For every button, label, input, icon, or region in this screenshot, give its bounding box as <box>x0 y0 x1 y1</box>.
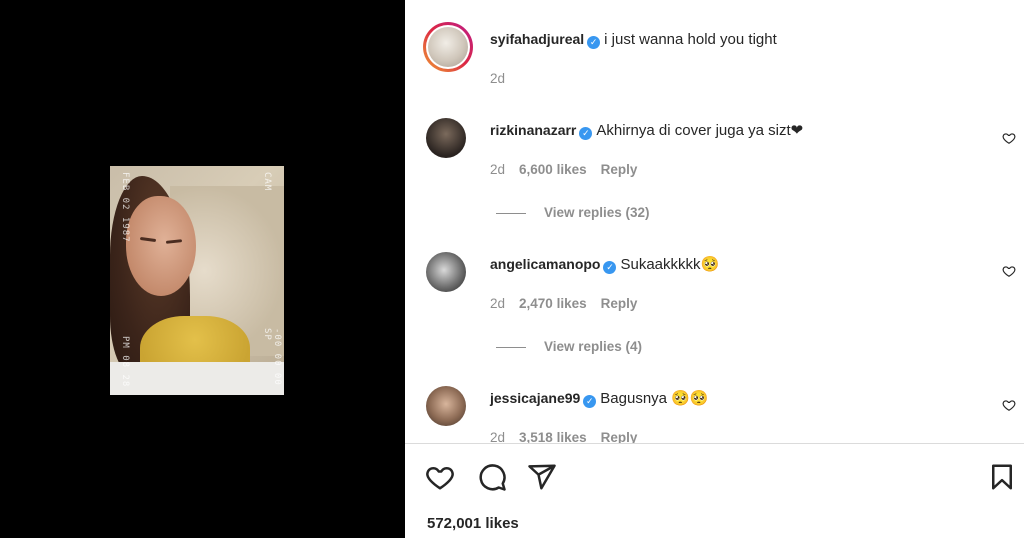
caption-text: i just wanna hold you tight <box>604 31 777 48</box>
comment-time: 2d <box>490 162 506 177</box>
comment-username[interactable]: angelicamanopo <box>490 256 600 272</box>
commenter-avatar[interactable] <box>426 118 466 158</box>
comment-username[interactable]: jessicajane99 <box>490 390 580 406</box>
comment-text: Akhirnya di cover juga ya sizt❤ <box>596 122 804 139</box>
actions-divider <box>405 443 1024 444</box>
heart-icon[interactable] <box>425 462 455 492</box>
view-replies-label: View replies (4) <box>544 339 643 354</box>
caption-time: 2d <box>490 71 506 86</box>
comments-panel: syifahadjureal ✓ i just wanna hold you tig… <box>405 0 1024 538</box>
view-replies-button[interactable]: View replies (32) <box>496 205 650 220</box>
verified-badge-icon: ✓ <box>587 36 601 49</box>
replies-divider-line <box>496 212 526 214</box>
reply-button[interactable]: Reply <box>601 162 638 177</box>
comment-row: rizkinanazarr ✓ Akhirnya di cover juga ya … <box>490 121 803 140</box>
comment-likes[interactable]: 6,600 likes <box>519 162 587 177</box>
comment-meta: 2d 3,518 likes Reply <box>490 430 651 443</box>
author-username[interactable]: syifahadjureal <box>490 31 584 47</box>
photo-table <box>110 362 284 395</box>
photo-cam-stamp: CAM <box>262 172 272 192</box>
comment-time: 2d <box>490 430 506 443</box>
view-replies-label: View replies (32) <box>544 205 650 220</box>
comments-scroll-area[interactable]: syifahadjureal ✓ i just wanna hold you tig… <box>405 0 1024 443</box>
caption-meta: 2d <box>490 71 519 86</box>
comment-username[interactable]: rizkinanazarr <box>490 122 576 138</box>
comment-icon[interactable] <box>477 462 507 492</box>
commenter-avatar[interactable] <box>426 252 466 292</box>
comment-row: jessicajane99 ✓ Bagusnya 🥺🥺 <box>490 389 709 408</box>
author-avatar[interactable] <box>423 22 473 72</box>
comment-heart-icon[interactable] <box>1002 264 1016 278</box>
comment-time: 2d <box>490 296 506 311</box>
comment-meta: 2d 6,600 likes Reply <box>490 162 651 177</box>
reply-button[interactable]: Reply <box>601 430 638 443</box>
post-photo[interactable]: FEB 02 1987 CAM PM 08 28 -00 00 00 SP <box>110 166 284 395</box>
comment-likes[interactable]: 3,518 likes <box>519 430 587 443</box>
reply-button[interactable]: Reply <box>601 296 638 311</box>
verified-badge-icon: ✓ <box>583 395 597 408</box>
post-likes-count[interactable]: 572,001 likes <box>427 515 519 532</box>
photo-date-stamp: FEB 02 1987 <box>120 172 130 243</box>
bookmark-icon[interactable] <box>987 462 1017 492</box>
post-media-pane: FEB 02 1987 CAM PM 08 28 -00 00 00 SP <box>0 0 405 538</box>
commenter-avatar[interactable] <box>426 386 466 426</box>
verified-badge-icon: ✓ <box>579 127 593 140</box>
comment-likes[interactable]: 2,470 likes <box>519 296 587 311</box>
share-icon[interactable] <box>527 462 557 492</box>
caption-row: syifahadjureal ✓ i just wanna hold you tig… <box>490 31 777 49</box>
comment-meta: 2d 2,470 likes Reply <box>490 296 651 311</box>
verified-badge-icon: ✓ <box>603 261 617 274</box>
photo-time-stamp: PM 08 28 <box>120 336 130 388</box>
comment-heart-icon[interactable] <box>1002 398 1016 412</box>
replies-divider-line <box>496 346 526 348</box>
view-replies-button[interactable]: View replies (4) <box>496 339 642 354</box>
photo-side-stamp: -00 00 00 SP <box>262 328 282 386</box>
comment-heart-icon[interactable] <box>1002 131 1016 145</box>
comment-text: Bagusnya 🥺🥺 <box>600 390 709 407</box>
comment-text: Sukaakkkkk🥺 <box>620 256 720 273</box>
comment-row: angelicamanopo ✓ Sukaakkkkk🥺 <box>490 255 719 274</box>
photo-face <box>126 196 196 296</box>
